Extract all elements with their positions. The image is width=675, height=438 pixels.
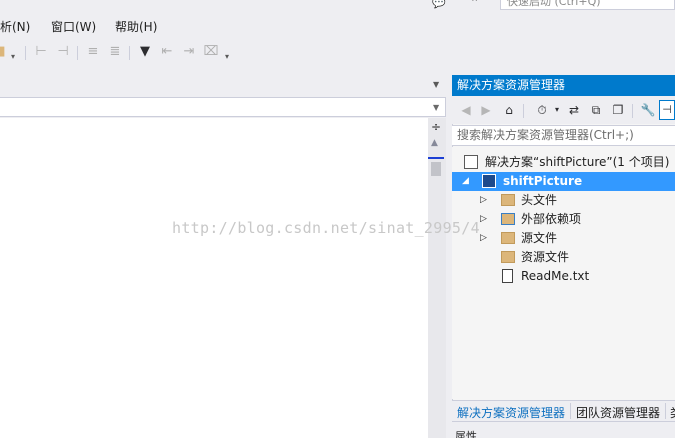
tree-item-solution[interactable]: 解决方案“shiftPicture”(1 个项目): [452, 153, 675, 172]
properties-window-header[interactable]: [452, 421, 675, 438]
sign-in-icon[interactable]: ⌃: [470, 0, 484, 9]
expand-arrow-icon[interactable]: ▷: [480, 191, 487, 210]
menu-window[interactable]: 窗口(W): [51, 18, 96, 35]
solution-icon: [464, 155, 478, 169]
indent-icon[interactable]: ⊢: [33, 44, 49, 60]
solution-explorer-title[interactable]: 解决方案资源管理器: [452, 75, 675, 96]
tree-item-label: ReadMe.txt: [521, 269, 590, 283]
uncomment-icon[interactable]: ≣: [107, 44, 123, 60]
show-all-files-icon[interactable]: ❐: [610, 102, 626, 118]
external-deps-icon: [501, 213, 515, 225]
sync-with-active-document-icon[interactable]: ⇄: [566, 102, 582, 118]
folder-icon: [501, 251, 515, 263]
back-icon[interactable]: ◀: [458, 102, 474, 118]
watermark-text: http://blog.csdn.net/sinat_2995/4: [172, 219, 480, 237]
tree-item-project[interactable]: ◢ shiftPicture: [452, 172, 675, 191]
caret-position-marker: [428, 157, 444, 159]
code-editor[interactable]: [0, 118, 428, 438]
feedback-icon[interactable]: 💬: [432, 0, 448, 9]
tab-list-dropdown-icon[interactable]: ▼: [433, 80, 439, 89]
tab-solution-explorer[interactable]: 解决方案资源管理器: [457, 404, 565, 421]
chevron-down-icon[interactable]: ▾: [225, 52, 229, 61]
next-bookmark-icon[interactable]: ⇥: [181, 44, 197, 60]
collapse-all-icon[interactable]: ⧉: [588, 102, 604, 118]
tree-item-resource-files[interactable]: 资源文件: [452, 248, 675, 267]
tree-item-label: 头文件: [521, 193, 558, 207]
solution-tree: 解决方案“shiftPicture”(1 个项目) ◢ shiftPicture…: [452, 147, 675, 399]
tree-item-label: 解决方案“shiftPicture”(1 个项目): [485, 155, 670, 169]
scroll-up-icon[interactable]: ▲: [431, 138, 438, 148]
cpp-project-icon: [482, 174, 496, 188]
editor-tab-strip: [0, 76, 448, 94]
open-folder-icon[interactable]: ▮: [0, 44, 10, 60]
tab-team-explorer[interactable]: 团队资源管理器: [576, 404, 660, 421]
collapse-arrow-icon[interactable]: ◢: [462, 172, 469, 191]
menu-help[interactable]: 帮助(H): [115, 18, 157, 35]
scrollbar-thumb[interactable]: [431, 162, 441, 176]
chevron-down-icon[interactable]: ▼: [433, 103, 439, 112]
tree-item-label: 外部依赖项: [521, 212, 582, 226]
clear-bookmarks-icon[interactable]: ⌧: [203, 44, 219, 60]
tab-separator: [665, 403, 666, 419]
comment-icon[interactable]: ≡: [85, 44, 101, 60]
toolbar-separator: [129, 46, 130, 60]
chevron-down-icon[interactable]: ▾: [11, 52, 15, 61]
toolbar-separator: [77, 46, 78, 60]
chevron-down-icon[interactable]: ▾: [549, 102, 565, 118]
standard-toolbar: ▮ ▾ ⊢ ⊣ ≡ ≣ ▼ ⇤ ⇥ ⌧ ▾: [0, 38, 675, 68]
tree-item-label: shiftPicture: [503, 174, 583, 188]
outdent-icon[interactable]: ⊣: [55, 44, 71, 60]
forward-icon[interactable]: ▶: [478, 102, 494, 118]
expand-arrow-icon[interactable]: ▷: [480, 210, 487, 229]
properties-wrench-icon[interactable]: 🔧: [640, 102, 656, 118]
tree-item-header-files[interactable]: ▷ 头文件: [452, 191, 675, 210]
previous-bookmark-icon[interactable]: ⇤: [159, 44, 175, 60]
tree-item-external-dependencies[interactable]: ▷ 外部依赖项: [452, 210, 675, 229]
toolbar-separator: [523, 104, 524, 118]
folder-icon: [501, 194, 515, 206]
tab-class-view[interactable]: 类: [670, 404, 675, 421]
bookmark-icon[interactable]: ▼: [137, 44, 153, 60]
tree-item-label: 源文件: [521, 231, 558, 245]
preview-selected-items-icon[interactable]: ⊣: [659, 100, 675, 120]
expand-arrow-icon[interactable]: ▷: [480, 229, 487, 248]
tool-window-tabs: 解决方案资源管理器 团队资源管理器 类: [452, 400, 675, 421]
tree-item-readme[interactable]: ReadMe.txt: [452, 267, 675, 286]
toolbar-separator: [25, 46, 26, 60]
tree-item-source-files[interactable]: ▷ 源文件: [452, 229, 675, 248]
split-window-icon[interactable]: ÷: [429, 120, 443, 134]
home-icon[interactable]: ⌂: [501, 102, 517, 118]
pending-changes-filter-icon[interactable]: ⏱: [534, 102, 550, 118]
navigation-dropdown[interactable]: [0, 97, 446, 117]
solution-explorer-search-input[interactable]: 搜索解决方案资源管理器(Ctrl+;): [452, 125, 675, 146]
properties-window-title[interactable]: 属性: [455, 428, 477, 438]
solution-explorer-toolbar: ◀ ▶ ⌂ ⏱ ▾ ⇄ ⧉ ❐ 🔧: [452, 96, 675, 124]
text-file-icon: [502, 269, 513, 283]
menu-bar: 析(N) 窗口(W) 帮助(H): [0, 14, 675, 38]
tab-separator: [570, 403, 571, 419]
folder-icon: [501, 232, 515, 244]
toolbar-separator: [632, 104, 633, 118]
tree-item-label: 资源文件: [521, 250, 570, 264]
menu-analyze[interactable]: 析(N): [0, 18, 30, 35]
quick-launch-input[interactable]: 快速启动 (Ctrl+Q): [500, 0, 675, 10]
